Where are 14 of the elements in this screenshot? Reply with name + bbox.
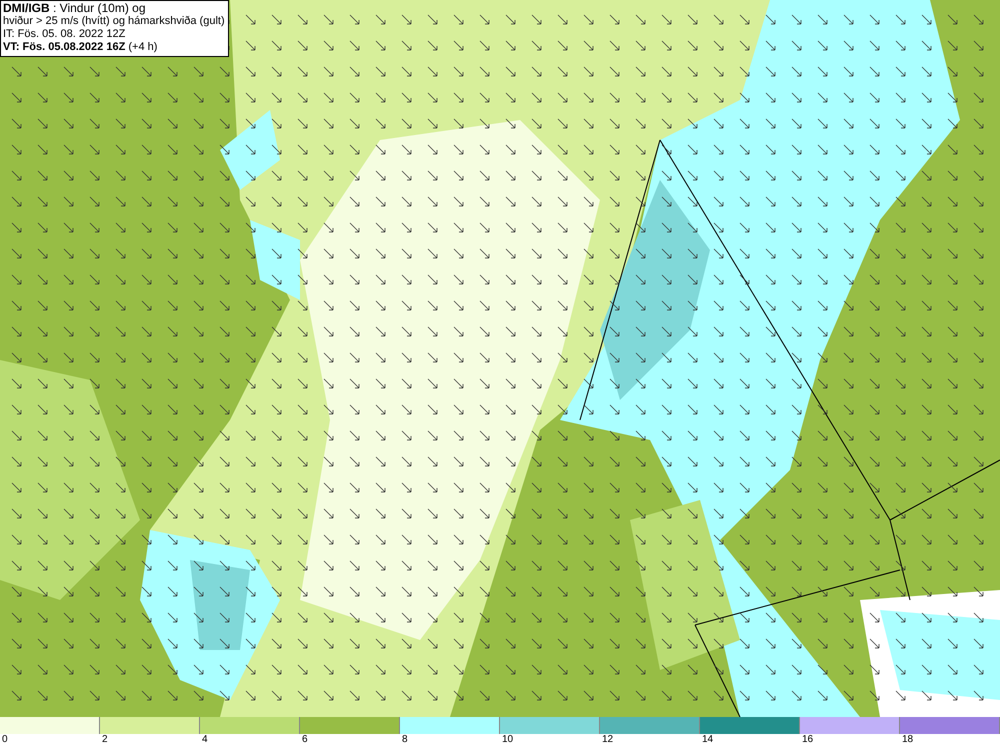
legend-label: 14 <box>701 734 714 746</box>
info-text: hviður > 25 m/s (hvítt) og hámarkshviða (gult) <box>3 15 225 28</box>
info-text: VT: Fös. 05.08.2022 16Z (+4 h) <box>3 41 158 54</box>
legend-label: 18 <box>901 734 914 746</box>
info-text: IT: Fös. 05. 08. 2022 12Z <box>3 28 126 41</box>
legend-label: 4 <box>201 734 208 746</box>
legend-label: 8 <box>401 734 408 746</box>
legend-label: 0 <box>1 734 8 746</box>
legend-label: 16 <box>801 734 814 746</box>
info-text: DMI/IGB : Vindur (10m) og <box>3 2 146 15</box>
legend-label: 12 <box>601 734 614 746</box>
legend-label: 6 <box>301 734 308 746</box>
legend-label: 2 <box>101 734 108 746</box>
legend-label: 10 <box>501 734 514 746</box>
